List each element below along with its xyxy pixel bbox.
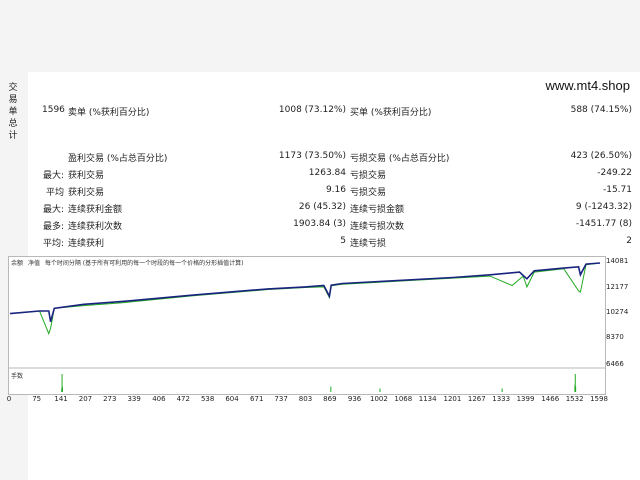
x-tick-label: 1002: [370, 395, 388, 403]
x-tick-label: 406: [152, 395, 166, 403]
stats-row-avg: 平均 获利交易 9.16 亏损交易 -15.71: [30, 185, 636, 198]
x-tick-label: 737: [274, 395, 288, 403]
x-tick-label: 1068: [394, 395, 413, 403]
loss-value: 2: [626, 236, 632, 246]
site-watermark: www.mt4.shop: [545, 78, 630, 93]
chart-series: [9, 262, 601, 336]
win-label: 连续获利: [68, 239, 105, 249]
x-tick-label: 803: [298, 395, 313, 403]
y-tick-label: 14081: [606, 257, 629, 265]
x-tick-label: 936: [347, 395, 362, 403]
x-tick-label: 869: [323, 395, 337, 403]
loss-value: -1451.77 (8): [575, 219, 632, 229]
win-value: 5: [340, 236, 346, 246]
x-tick-label: 1532: [565, 395, 584, 403]
stats-row-win-loss: 盈利交易 (%占总百分比) 1173 (73.50%) 亏损交易 (%占总百分比…: [30, 151, 636, 164]
x-tick-label: 1466: [541, 395, 560, 403]
loss-value: 9 (-1243.32): [575, 202, 632, 212]
win-value: 1263.84: [308, 168, 346, 178]
x-tick-label: 1134: [418, 395, 437, 403]
legend-balance: 余额: [11, 260, 24, 267]
x-tick-label: 1267: [467, 395, 486, 403]
x-tick-label: 273: [103, 395, 117, 403]
loss-label: 亏损交易: [350, 171, 387, 181]
x-tick-label: 207: [78, 395, 93, 403]
sell-value: 1008 (73.12%): [278, 105, 346, 115]
x-tick-label: 538: [200, 395, 215, 403]
y-tick-label: 10274: [606, 307, 629, 316]
chart-legend: 余额 净值 每个时间分隔 (基于所有可利用的每一个时段的每一个价格的分形插值计算…: [11, 258, 247, 267]
loss-label: 连续亏损次数: [350, 222, 405, 232]
win-label: 获利交易: [68, 171, 105, 181]
x-tick-label: 0: [6, 395, 12, 403]
row-prefix: 平均:: [42, 239, 64, 249]
x-tick-label: 1201: [443, 395, 462, 403]
win-label: 获利交易: [68, 188, 105, 198]
equity-chart: 余额 净值 每个时间分隔 (基于所有可利用的每一个时段的每一个价格的分形插值计算…: [8, 256, 606, 395]
loss-value: -249.22: [597, 168, 632, 178]
chart-lots: [61, 374, 577, 392]
win-value: 1173 (73.50%): [278, 151, 346, 161]
row-prefix: 平均: [45, 188, 64, 198]
win-value: 26 (45.32): [298, 202, 346, 212]
loss-label: 亏损交易 (%占总百分比): [350, 154, 450, 164]
x-tick-label: 1399: [516, 395, 535, 403]
row-prefix: 最大:: [42, 205, 64, 215]
balance-line: [9, 262, 601, 322]
x-tick-label: 472: [176, 395, 190, 403]
sell-label: 卖单 (%获利百分比): [68, 108, 150, 118]
x-tick-label: 339: [127, 395, 141, 403]
win-value: 9.16: [325, 185, 346, 195]
stats-row-avg-consecutive: 平均: 连续获利 5 连续亏损 2: [30, 236, 636, 249]
y-tick-label: 12177: [606, 282, 629, 291]
loss-label: 连续亏损: [350, 239, 387, 249]
stats-row-most-consecutive: 最多: 连续获利次数 1903.84 (3) 连续亏损次数 -1451.77 (…: [30, 219, 636, 232]
top-bar: [0, 0, 640, 72]
win-value: 1903.84 (3): [293, 219, 346, 229]
total-count: 1596: [42, 105, 65, 115]
x-tick-label: 604: [225, 395, 239, 403]
stats-row-max: 最大: 获利交易 1263.84 亏损交易 -249.22: [30, 168, 636, 181]
x-tick-label: 1333: [492, 395, 511, 403]
buy-label: 买单 (%获利百分比): [350, 108, 432, 118]
y-tick-label: 6466: [606, 360, 624, 368]
win-label: 连续获利次数: [68, 222, 123, 232]
win-label: 盈利交易 (%占总百分比): [68, 154, 168, 164]
x-axis-labels: 0 75 141 207 273 339 406 472 538 604 671 737 803 869 9…: [6, 393, 608, 407]
side-label: 交 易 单 总 计: [8, 83, 18, 141]
x-tick-label: 671: [250, 395, 264, 403]
stats-row-max-consecutive: 最大: 连续获利金额 26 (45.32) 连续亏损金额 9 (-1243.32…: [30, 202, 636, 215]
x-tick-label: 75: [32, 395, 42, 403]
win-label: 连续获利金额: [68, 205, 123, 215]
loss-value: -15.71: [602, 185, 632, 195]
lots-label: 手数: [11, 371, 24, 380]
legend-note: 每个时间分隔 (基于所有可利用的每一个时段的每一个价格的分形插值计算): [44, 260, 244, 267]
legend-equity: 净值: [27, 260, 40, 267]
loss-label: 连续亏损金额: [350, 205, 405, 215]
row-prefix: 最大:: [42, 171, 64, 181]
y-tick-label: 8370: [606, 333, 624, 342]
x-tick-label: 1598: [590, 395, 608, 403]
buy-value: 588 (74.15%): [570, 105, 632, 115]
loss-label: 亏损交易: [350, 188, 387, 198]
chart-canvas: [9, 262, 605, 392]
row-prefix: 最多:: [42, 222, 64, 232]
x-tick-label: 141: [54, 395, 68, 403]
stats-row-orders: 1596 卖单 (%获利百分比) 1008 (73.12%) 买单 (%获利百分…: [30, 105, 636, 118]
loss-value: 423 (26.50%): [570, 151, 632, 161]
